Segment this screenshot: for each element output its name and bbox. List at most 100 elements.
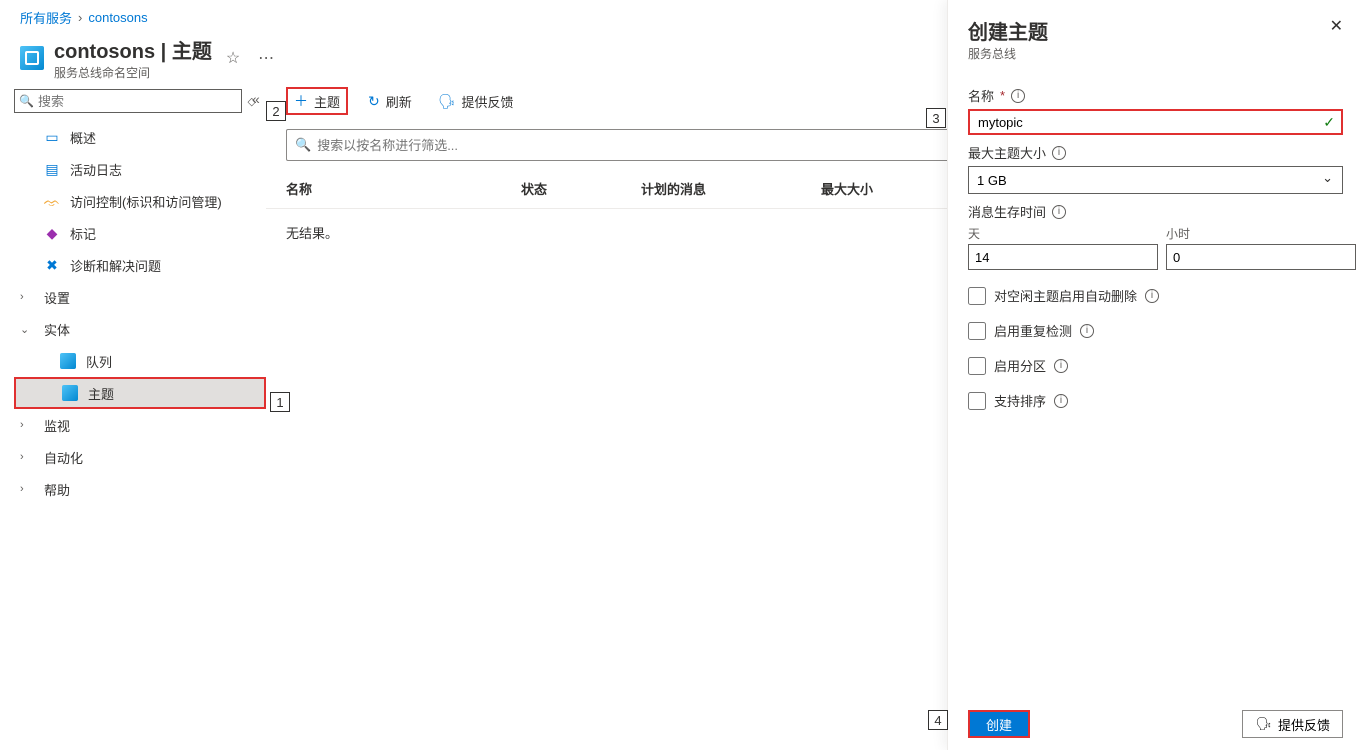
nav-diag-label: 诊断和解决问题 xyxy=(70,256,161,275)
sidebar-search[interactable]: 🔍 xyxy=(14,89,242,113)
new-topic-button[interactable]: ＋ 主题 xyxy=(286,87,348,115)
breadcrumb-all-services[interactable]: 所有服务 xyxy=(20,8,72,27)
callout-1: 1 xyxy=(270,392,290,412)
max-size-label: 最大主题大小 xyxy=(968,143,1046,162)
nav-overview-label: 概述 xyxy=(70,128,96,147)
ttl-hour-input[interactable] xyxy=(1166,244,1356,270)
nav-diag[interactable]: ✖ 诊断和解决问题 xyxy=(14,249,266,281)
breadcrumb-sep: › xyxy=(78,10,82,25)
nav-tags-label: 标记 xyxy=(70,224,96,243)
ttl-label: 消息生存时间 xyxy=(968,202,1046,221)
col-scheduled[interactable]: 计划的消息 xyxy=(641,179,821,198)
partitioning-label: 启用分区 xyxy=(994,356,1046,375)
info-icon[interactable]: i xyxy=(1054,394,1068,408)
favorite-button[interactable]: ☆ xyxy=(222,44,244,72)
nav-entities[interactable]: ⌄ 实体 xyxy=(14,313,266,345)
nav-settings-label: 设置 xyxy=(44,288,70,307)
feedback-button[interactable]: 🗣 提供反馈 xyxy=(432,87,520,115)
chevron-right-icon: › xyxy=(20,291,34,303)
refresh-icon: ↻ xyxy=(368,93,380,110)
chevron-right-icon: › xyxy=(20,451,34,463)
callout-4: 4 xyxy=(928,710,948,730)
panel-feedback-label: 提供反馈 xyxy=(1278,715,1330,734)
info-icon[interactable]: i xyxy=(1080,324,1094,338)
feedback-icon: 🗣 xyxy=(1255,716,1272,732)
iam-icon: ᨎ xyxy=(44,193,60,209)
name-label: 名称 xyxy=(968,86,994,105)
nav-help-label: 帮助 xyxy=(44,480,70,499)
nav-entities-label: 实体 xyxy=(44,320,70,339)
feedback-label: 提供反馈 xyxy=(462,92,514,111)
partitioning-checkbox[interactable] xyxy=(968,357,986,375)
callout-3: 3 xyxy=(926,108,946,128)
required-icon: * xyxy=(1000,88,1005,103)
breadcrumb-namespace[interactable]: contosons xyxy=(88,10,147,25)
diag-icon: ✖ xyxy=(44,257,60,273)
callout-2: 2 xyxy=(266,101,286,121)
tags-icon: ◆ xyxy=(44,225,60,241)
chevron-right-icon: › xyxy=(20,483,34,495)
auto-delete-label: 对空闲主题启用自动删除 xyxy=(994,286,1137,305)
refresh-label: 刷新 xyxy=(386,92,412,111)
nav-settings[interactable]: › 设置 xyxy=(14,281,266,313)
sidebar: 🔍 ◇ ▭ 概述 ▤ 活动日志 ᨎ 访问控制(标识和访问管理) xyxy=(0,81,266,750)
topic-icon xyxy=(62,385,78,401)
nav-automation[interactable]: › 自动化 xyxy=(14,441,266,473)
ttl-day-input[interactable] xyxy=(968,244,1158,270)
plus-icon: ＋ xyxy=(294,91,308,111)
col-name[interactable]: 名称 xyxy=(286,179,521,198)
dup-detect-checkbox[interactable] xyxy=(968,322,986,340)
nav-monitoring-label: 监视 xyxy=(44,416,70,435)
ordering-checkbox[interactable] xyxy=(968,392,986,410)
overview-icon: ▭ xyxy=(44,129,60,145)
service-bus-icon xyxy=(20,46,44,70)
info-icon[interactable]: i xyxy=(1011,89,1025,103)
info-icon[interactable]: i xyxy=(1054,359,1068,373)
ttl-hour-label: 小时 xyxy=(1166,225,1356,242)
info-icon[interactable]: i xyxy=(1052,205,1066,219)
activity-icon: ▤ xyxy=(44,161,60,177)
col-status[interactable]: 状态 xyxy=(521,179,641,198)
create-topic-panel: 创建主题 服务总线 ✕ 名称 * i ✓ 最大主题大小 i 1 GB xyxy=(947,0,1363,750)
refresh-button[interactable]: ↻ 刷新 xyxy=(362,87,418,115)
queue-icon xyxy=(60,353,76,369)
check-icon: ✓ xyxy=(1323,114,1335,131)
nav-tags[interactable]: ◆ 标记 xyxy=(14,217,266,249)
page-title: contosons | 主题 xyxy=(54,35,212,64)
nav-monitoring[interactable]: › 监视 xyxy=(14,409,266,441)
max-size-select[interactable]: 1 GB xyxy=(968,166,1343,194)
col-max-size[interactable]: 最大大小 xyxy=(821,179,941,198)
chevron-down-icon: ⌄ xyxy=(20,323,34,336)
nav-activity[interactable]: ▤ 活动日志 xyxy=(14,153,266,185)
auto-delete-checkbox[interactable] xyxy=(968,287,986,305)
ttl-day-label: 天 xyxy=(968,225,1158,242)
info-icon[interactable]: i xyxy=(1145,289,1159,303)
more-button[interactable]: ⋯ xyxy=(254,44,278,72)
info-icon[interactable]: i xyxy=(1052,146,1066,160)
nav-help[interactable]: › 帮助 xyxy=(14,473,266,505)
panel-feedback-button[interactable]: 🗣 提供反馈 xyxy=(1242,710,1343,738)
chevron-right-icon: › xyxy=(20,419,34,431)
nav-topics[interactable]: 主题 xyxy=(14,377,266,409)
topic-name-input[interactable] xyxy=(968,109,1343,135)
search-icon: 🔍 xyxy=(19,94,34,108)
close-panel-button[interactable]: ✕ xyxy=(1330,16,1343,36)
nav-topics-label: 主题 xyxy=(88,384,114,403)
create-button[interactable]: 创建 xyxy=(968,710,1030,738)
nav-iam-label: 访问控制(标识和访问管理) xyxy=(70,192,222,211)
nav-overview[interactable]: ▭ 概述 xyxy=(14,121,266,153)
nav-queues[interactable]: 队列 xyxy=(14,345,266,377)
nav-iam[interactable]: ᨎ 访问控制(标识和访问管理) xyxy=(14,185,266,217)
dup-detect-label: 启用重复检测 xyxy=(994,321,1072,340)
nav-activity-label: 活动日志 xyxy=(70,160,122,179)
new-topic-label: 主题 xyxy=(314,92,340,111)
ordering-label: 支持排序 xyxy=(994,391,1046,410)
sidebar-search-input[interactable] xyxy=(34,94,237,109)
panel-title: 创建主题 xyxy=(968,16,1048,45)
collapse-sidebar-button[interactable]: « xyxy=(248,91,264,107)
nav-queues-label: 队列 xyxy=(86,352,112,371)
feedback-icon: 🗣 xyxy=(438,93,456,110)
search-icon: 🔍 xyxy=(295,137,311,153)
page-subtitle: 服务总线命名空间 xyxy=(54,64,212,81)
nav-automation-label: 自动化 xyxy=(44,448,83,467)
